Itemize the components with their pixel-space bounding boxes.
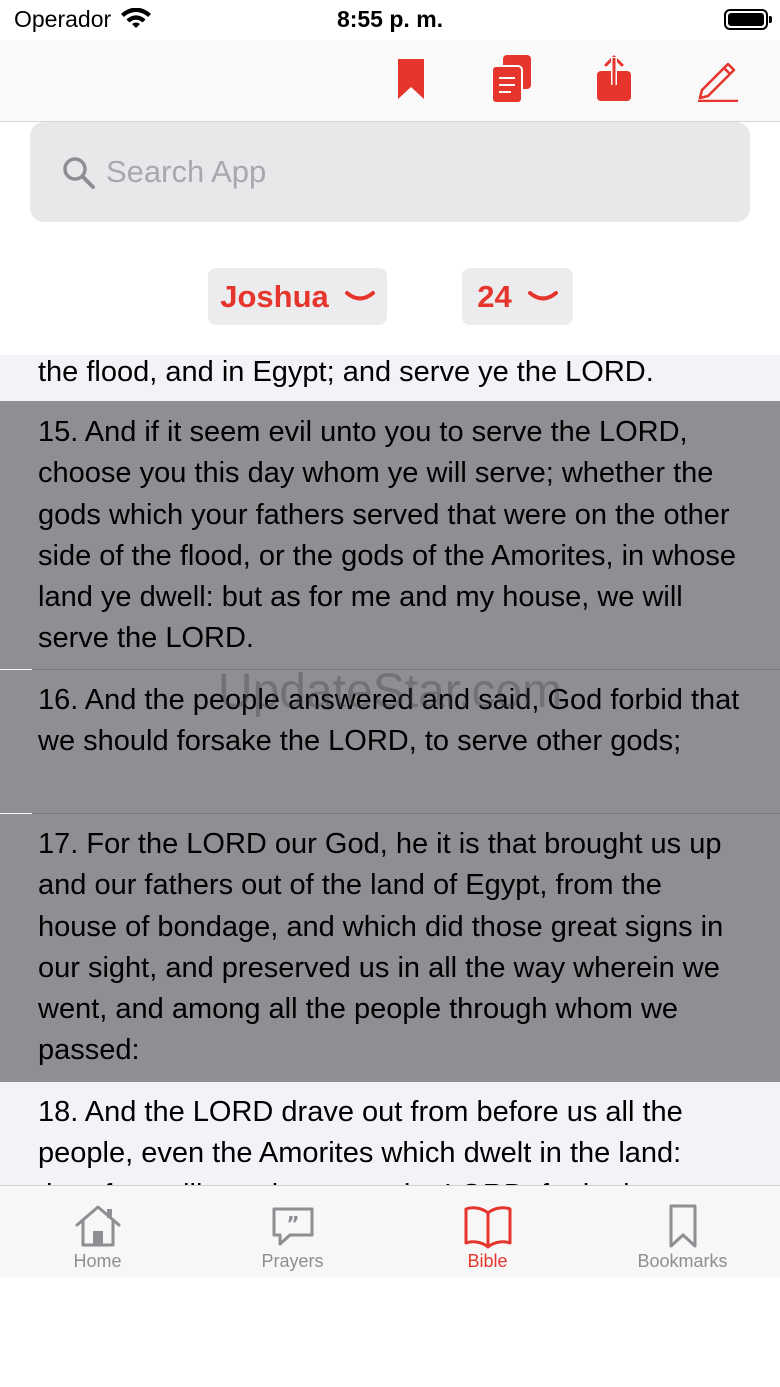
edit-button[interactable] (692, 54, 742, 104)
tab-bookmarks-label: Bookmarks (637, 1251, 728, 1271)
tab-bible-label: Bible (467, 1251, 508, 1271)
search-bar (30, 122, 750, 222)
verse-item-18[interactable]: 18. And the LORD drave out from before u… (0, 1082, 780, 1185)
chevron-down-icon (527, 290, 558, 300)
verse-item-17[interactable]: 17. For the LORD our God, he it is that … (0, 814, 780, 1082)
home-icon (75, 1205, 120, 1247)
bookmark-icon (398, 59, 424, 99)
book-selector[interactable]: Joshua (208, 268, 387, 325)
book-icon (464, 1206, 511, 1249)
tab-bookmarks[interactable]: Bookmarks (585, 1186, 780, 1277)
verse-text: 16. And the people answered and said, Go… (38, 684, 740, 758)
share-icon (597, 55, 631, 101)
book-selector-label: Joshua (220, 278, 329, 314)
tab-bible[interactable]: Bible (390, 1186, 585, 1277)
copy-button[interactable] (486, 54, 536, 104)
tab-home-label: Home (73, 1251, 122, 1271)
chapter-selector[interactable]: 24 (462, 268, 573, 325)
status-bar: Operador 8:55 p. m. (0, 0, 780, 40)
verse-item-15[interactable]: 15. And if it seem evil unto you to serv… (0, 401, 780, 669)
tab-prayers[interactable]: ” Prayers (195, 1186, 390, 1277)
top-toolbar (0, 40, 780, 122)
verse-text: 17. For the LORD our God, he it is that … (38, 828, 724, 1067)
bookmark-tab-icon (669, 1204, 696, 1248)
edit-icon (698, 62, 738, 102)
chevron-down-icon (344, 290, 375, 300)
tab-prayers-label: Prayers (261, 1251, 324, 1271)
verse-text: 15. And if it seem evil unto you to serv… (38, 416, 737, 655)
verse-text: the flood, and in Egypt; and serve ye th… (38, 356, 654, 388)
bookmark-button[interactable] (386, 54, 436, 104)
tab-bar: Home ” Prayers Bible Bookmarks (0, 1185, 780, 1277)
clock: 8:55 p. m. (336, 6, 444, 32)
svg-text:”: ” (286, 1212, 299, 1236)
chapter-selector-label: 24 (477, 278, 512, 314)
battery-icon (724, 9, 772, 30)
search-icon (63, 157, 95, 189)
search-input[interactable] (106, 147, 726, 197)
prayers-icon: ” (272, 1207, 313, 1246)
copy-icon (491, 55, 531, 104)
verse-text: 18. And the LORD drave out from before u… (38, 1096, 694, 1185)
verse-item-16[interactable]: 16. And the people answered and said, Go… (0, 670, 780, 813)
verse-item[interactable]: the flood, and in Egypt; and serve ye th… (0, 355, 780, 400)
tab-home[interactable]: Home (0, 1186, 195, 1277)
verse-list[interactable]: the flood, and in Egypt; and serve ye th… (0, 355, 780, 1185)
share-button[interactable] (589, 54, 639, 104)
